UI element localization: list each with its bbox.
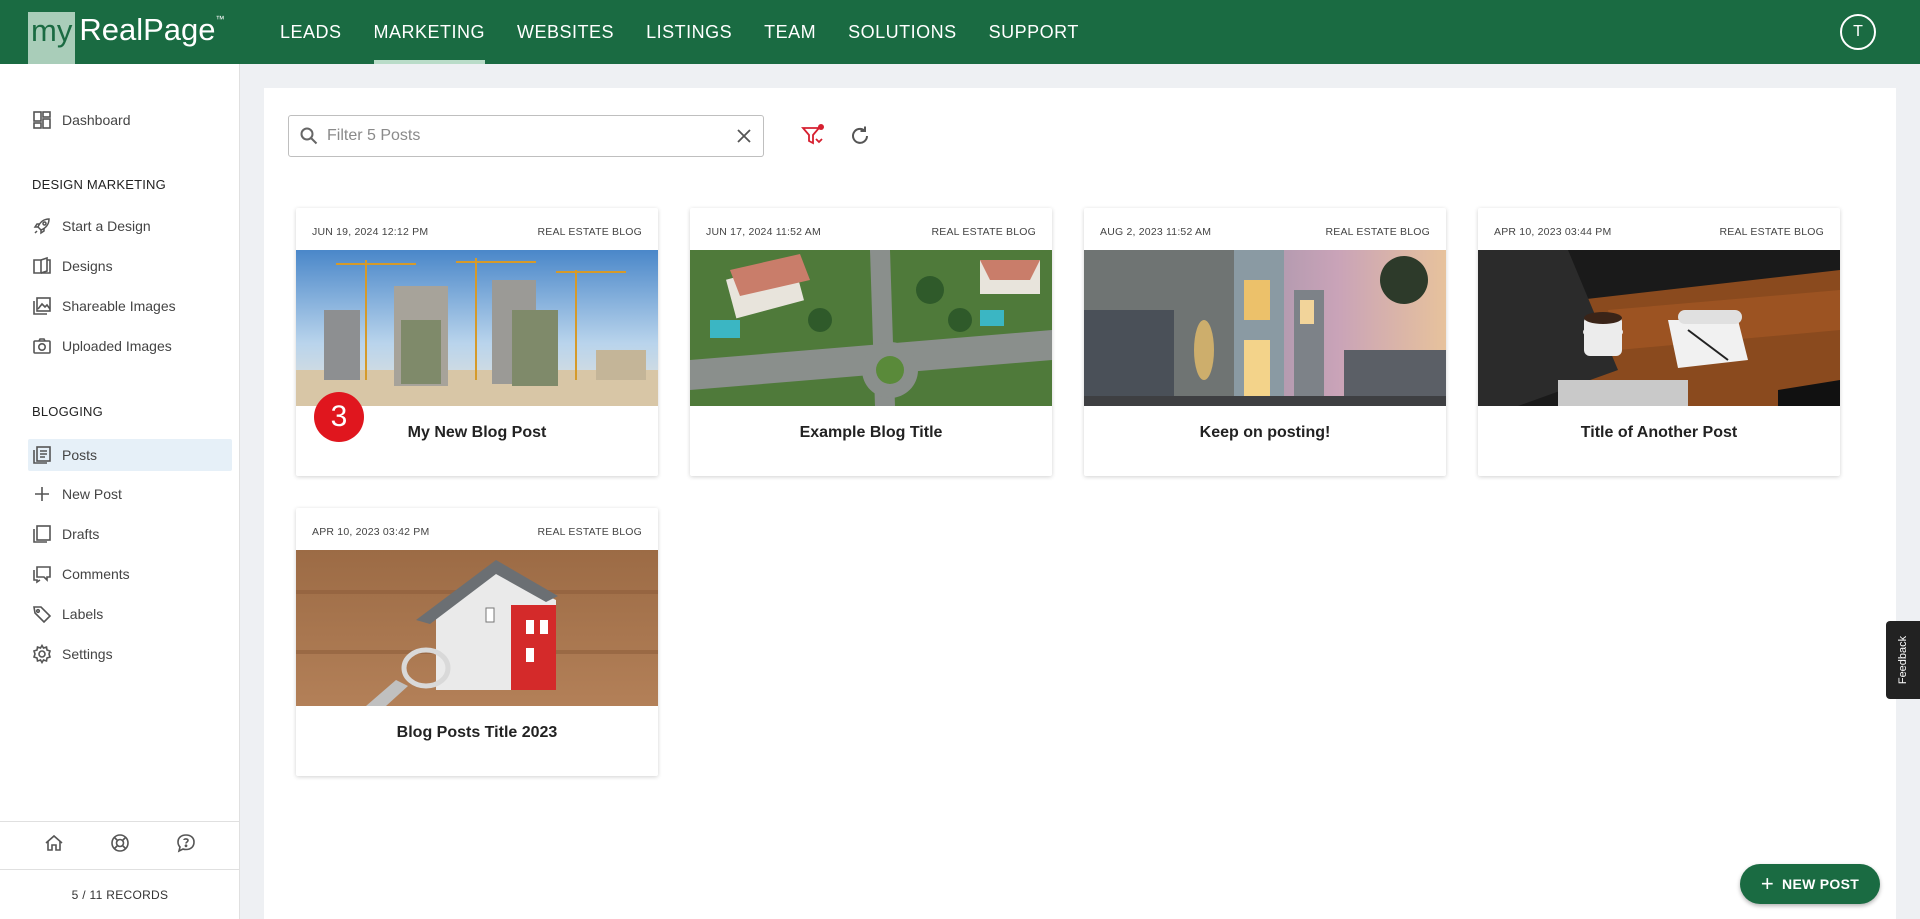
logo-name: RealPage: [79, 12, 216, 47]
main-nav: LEADS MARKETING WEBSITES LISTINGS TEAM S…: [280, 0, 1095, 64]
chat-help-icon[interactable]: [176, 833, 196, 858]
gear-icon: [30, 642, 54, 666]
user-avatar[interactable]: T: [1840, 14, 1876, 50]
logo-prefix: my: [28, 12, 76, 64]
nav-leads[interactable]: LEADS: [280, 0, 358, 64]
feedback-label: Feedback: [1897, 635, 1909, 685]
top-navigation-bar: my RealPage ™ LEADS MARKETING WEBSITES L…: [0, 0, 1920, 64]
sidebar-item-shareable-images[interactable]: Shareable Images: [28, 290, 232, 322]
post-image-aerial-neighborhood: [690, 250, 1052, 406]
sidebar-item-label: Designs: [62, 258, 113, 274]
sidebar-item-label: Shareable Images: [62, 298, 176, 314]
drafts-icon: [30, 522, 54, 546]
post-image-construction: [296, 250, 658, 406]
sidebar: Dashboard DESIGN MARKETING Start a Desig…: [0, 64, 240, 919]
post-card[interactable]: JUN 19, 2024 12:12 PM REAL ESTATE BLOG 3…: [296, 208, 658, 476]
post-category: REAL ESTATE BLOG: [1719, 226, 1824, 238]
post-meta: APR 10, 2023 03:42 PM REAL ESTATE BLOG: [312, 526, 642, 538]
book-open-icon: [30, 254, 54, 278]
post-title[interactable]: My New Blog Post: [296, 424, 658, 442]
sidebar-footer: 5 / 11 RECORDS: [0, 821, 240, 919]
sidebar-item-label: New Post: [62, 486, 122, 502]
post-image-desk-laptop-coffee: [1478, 250, 1840, 406]
nav-marketing[interactable]: MARKETING: [358, 0, 502, 64]
nav-solutions[interactable]: SOLUTIONS: [832, 0, 973, 64]
myrealpage-logo[interactable]: my RealPage ™: [28, 12, 224, 64]
records-count: 5 / 11 RECORDS: [71, 888, 169, 902]
post-image-modern-house: [1084, 250, 1446, 406]
new-post-button[interactable]: + NEW POST: [1740, 864, 1880, 904]
sidebar-item-posts[interactable]: Posts: [28, 439, 232, 471]
close-icon[interactable]: [735, 127, 753, 145]
sidebar-item-new-post[interactable]: New Post: [28, 478, 232, 510]
image-gallery-icon: [30, 294, 54, 318]
search-input[interactable]: [327, 127, 727, 145]
post-meta: JUN 19, 2024 12:12 PM REAL ESTATE BLOG: [312, 226, 642, 238]
new-post-label: NEW POST: [1782, 876, 1860, 892]
post-card[interactable]: APR 10, 2023 03:44 PM REAL ESTATE BLOG T…: [1478, 208, 1840, 476]
dashboard-icon: [30, 108, 54, 132]
post-date: JUN 17, 2024 11:52 AM: [706, 226, 821, 238]
post-date: AUG 2, 2023 11:52 AM: [1100, 226, 1212, 238]
home-icon[interactable]: [44, 833, 64, 858]
sidebar-item-label: Drafts: [62, 526, 100, 542]
search-icon: [300, 127, 318, 145]
sidebar-item-settings[interactable]: Settings: [28, 638, 232, 670]
posts-list-icon: [30, 443, 54, 467]
filter-icon[interactable]: [800, 123, 826, 149]
sidebar-item-label: Settings: [62, 646, 113, 662]
nav-support[interactable]: SUPPORT: [973, 0, 1095, 64]
plus-icon: [30, 482, 54, 506]
nav-listings[interactable]: LISTINGS: [630, 0, 748, 64]
sidebar-item-drafts[interactable]: Drafts: [28, 518, 232, 550]
sidebar-item-label: Uploaded Images: [62, 338, 172, 354]
sidebar-item-comments[interactable]: Comments: [28, 558, 232, 590]
section-heading-design-marketing: DESIGN MARKETING: [32, 177, 166, 192]
sidebar-item-labels[interactable]: Labels: [28, 598, 232, 630]
sidebar-item-label: Posts: [62, 447, 98, 463]
sidebar-item-label: Dashboard: [62, 112, 131, 128]
sidebar-item-start-a-design[interactable]: Start a Design: [28, 210, 232, 242]
nav-team[interactable]: TEAM: [748, 0, 832, 64]
plus-icon: +: [1760, 871, 1775, 896]
post-date: APR 10, 2023 03:42 PM: [312, 526, 430, 538]
post-title[interactable]: Blog Posts Title 2023: [296, 724, 658, 742]
post-meta: AUG 2, 2023 11:52 AM REAL ESTATE BLOG: [1100, 226, 1430, 238]
nav-websites[interactable]: WEBSITES: [501, 0, 630, 64]
post-meta: APR 10, 2023 03:44 PM REAL ESTATE BLOG: [1494, 226, 1824, 238]
sidebar-item-label: Start a Design: [62, 218, 151, 234]
post-title[interactable]: Keep on posting!: [1084, 424, 1446, 442]
feedback-tab[interactable]: Feedback: [1886, 621, 1920, 699]
post-title[interactable]: Example Blog Title: [690, 424, 1052, 442]
post-date: APR 10, 2023 03:44 PM: [1494, 226, 1612, 238]
rocket-icon: [30, 214, 54, 238]
camera-icon: [30, 334, 54, 358]
filter-search: [288, 115, 764, 157]
post-meta: JUN 17, 2024 11:52 AM REAL ESTATE BLOG: [706, 226, 1036, 238]
sidebar-item-designs[interactable]: Designs: [28, 250, 232, 282]
logo-trademark: ™: [215, 14, 225, 24]
help-lifebuoy-icon[interactable]: [110, 833, 130, 858]
sidebar-footer-icons: [0, 822, 240, 870]
post-category: REAL ESTATE BLOG: [1325, 226, 1430, 238]
post-category: REAL ESTATE BLOG: [537, 526, 642, 538]
sidebar-item-label: Labels: [62, 606, 104, 622]
sidebar-item-label: Comments: [62, 566, 130, 582]
comments-icon: [30, 562, 54, 586]
post-card[interactable]: APR 10, 2023 03:42 PM REAL ESTATE BLOG B…: [296, 508, 658, 776]
post-date: JUN 19, 2024 12:12 PM: [312, 226, 429, 238]
post-image-house-model-keys: [296, 550, 658, 706]
sidebar-item-uploaded-images[interactable]: Uploaded Images: [28, 330, 232, 362]
post-card[interactable]: JUN 17, 2024 11:52 AM REAL ESTATE BLOG E…: [690, 208, 1052, 476]
section-heading-blogging: BLOGGING: [32, 404, 103, 419]
post-category: REAL ESTATE BLOG: [537, 226, 642, 238]
tag-icon: [30, 602, 54, 626]
post-card[interactable]: AUG 2, 2023 11:52 AM REAL ESTATE BLOG Ke…: [1084, 208, 1446, 476]
main-content: JUN 19, 2024 12:12 PM REAL ESTATE BLOG 3…: [264, 88, 1896, 919]
post-category: REAL ESTATE BLOG: [931, 226, 1036, 238]
post-title[interactable]: Title of Another Post: [1478, 424, 1840, 442]
refresh-icon[interactable]: [848, 124, 872, 148]
sidebar-item-dashboard[interactable]: Dashboard: [28, 104, 232, 136]
